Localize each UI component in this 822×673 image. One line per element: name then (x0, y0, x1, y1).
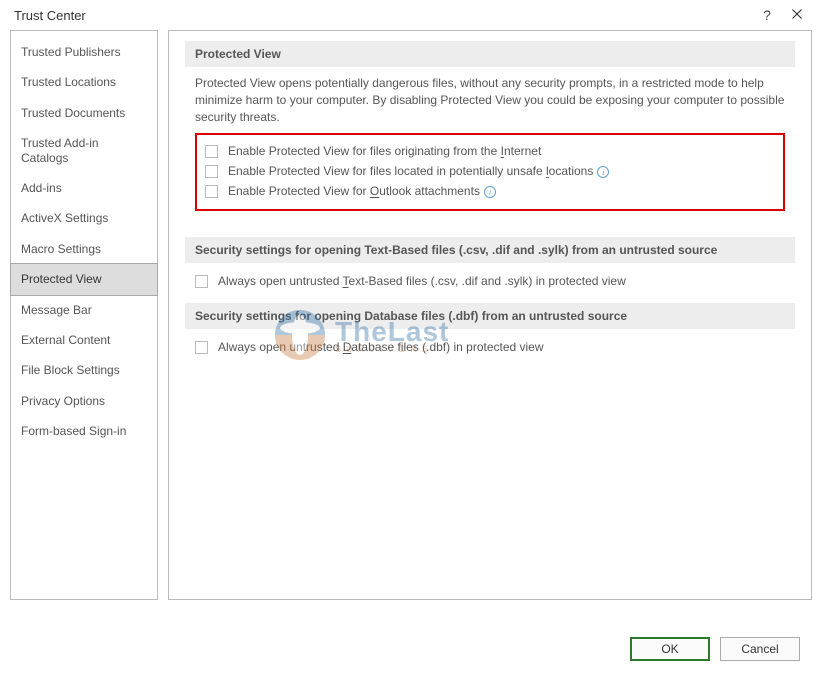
sidebar-item[interactable]: Trusted Publishers (11, 37, 157, 67)
checkbox-icon[interactable] (205, 185, 218, 198)
checkbox-icon[interactable] (205, 165, 218, 178)
dialog-footer: OK Cancel (630, 637, 800, 661)
opt-pv-unsafe-locations[interactable]: Enable Protected View for files located … (205, 161, 775, 181)
section-header-text-based: Security settings for opening Text-Based… (185, 237, 795, 263)
sidebar-item[interactable]: Trusted Documents (11, 98, 157, 128)
sidebar: Trusted PublishersTrusted LocationsTrust… (10, 30, 158, 600)
info-icon[interactable]: i (597, 166, 609, 178)
sidebar-item[interactable]: Trusted Locations (11, 67, 157, 97)
option-label: Enable Protected View for files originat… (228, 144, 541, 158)
checkbox-icon[interactable] (205, 145, 218, 158)
sidebar-item[interactable]: Trusted Add-in Catalogs (11, 128, 157, 173)
opt-pv-outlook[interactable]: Enable Protected View for Outlook attach… (205, 181, 775, 201)
sidebar-item[interactable]: File Block Settings (11, 355, 157, 385)
option-label: Enable Protected View for files located … (228, 164, 609, 178)
option-label: Always open untrusted Text-Based files (… (218, 274, 626, 288)
opt-database[interactable]: Always open untrusted Database files (.d… (195, 337, 785, 357)
checkbox-icon[interactable] (195, 341, 208, 354)
opt-text-based[interactable]: Always open untrusted Text-Based files (… (195, 271, 785, 291)
window-title: Trust Center (14, 8, 752, 23)
section-header-database: Security settings for opening Database f… (185, 303, 795, 329)
sidebar-item[interactable]: Protected View (10, 263, 158, 295)
sidebar-item[interactable]: Add-ins (11, 173, 157, 203)
info-icon[interactable]: i (484, 186, 496, 198)
option-label: Enable Protected View for Outlook attach… (228, 184, 496, 198)
content-pane: Protected View Protected View opens pote… (168, 30, 812, 600)
sidebar-item[interactable]: ActiveX Settings (11, 203, 157, 233)
checkbox-icon[interactable] (195, 275, 208, 288)
option-label: Always open untrusted Database files (.d… (218, 340, 544, 354)
highlight-box: Enable Protected View for files originat… (195, 133, 785, 211)
sidebar-item[interactable]: Macro Settings (11, 234, 157, 264)
sidebar-item[interactable]: Message Bar (11, 295, 157, 325)
section-header-protected-view: Protected View (185, 41, 795, 67)
cancel-button[interactable]: Cancel (720, 637, 800, 661)
titlebar: Trust Center ? (0, 0, 822, 30)
help-icon[interactable]: ? (752, 7, 782, 23)
sidebar-item[interactable]: Privacy Options (11, 386, 157, 416)
protected-view-description: Protected View opens potentially dangero… (195, 75, 785, 125)
sidebar-item[interactable]: External Content (11, 325, 157, 355)
sidebar-item[interactable]: Form-based Sign-in (11, 416, 157, 446)
ok-button[interactable]: OK (630, 637, 710, 661)
opt-pv-internet[interactable]: Enable Protected View for files originat… (205, 141, 775, 161)
close-icon[interactable] (782, 7, 812, 23)
